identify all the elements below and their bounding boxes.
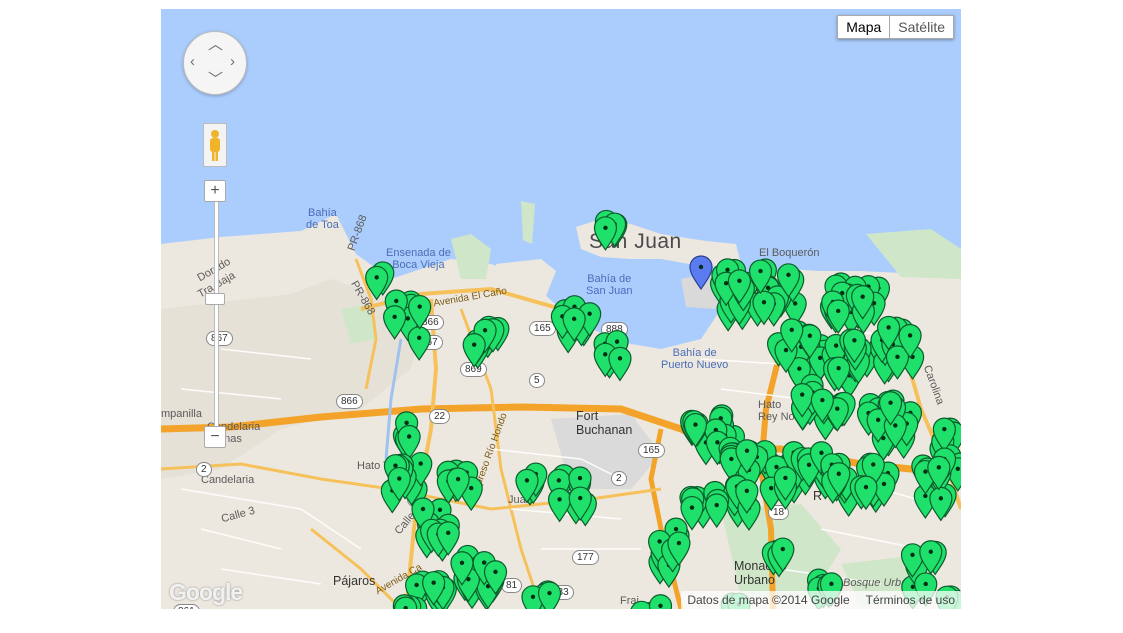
- map-type-control: Mapa Satélite: [837, 15, 954, 39]
- map-canvas[interactable]: San Juan Bahía de Toa Ensenada de Boca Vie…: [161, 9, 961, 609]
- pan-left-icon[interactable]: ‹: [190, 54, 195, 69]
- map-data-attribution: Datos de mapa ©2014 Google: [687, 593, 850, 607]
- map-marker-pin-icon[interactable]: [705, 493, 729, 529]
- pan-right-icon[interactable]: ›: [230, 54, 235, 69]
- map-type-satellite-button[interactable]: Satélite: [890, 15, 954, 39]
- terms-of-use-link[interactable]: Términos de uso: [866, 593, 955, 607]
- plus-icon: +: [210, 182, 220, 199]
- zoom-slider-track[interactable]: [214, 199, 219, 435]
- map-footer: Datos de mapa ©2014 Google Términos de u…: [681, 591, 961, 609]
- google-logo[interactable]: Google: [169, 579, 243, 606]
- pegman-icon[interactable]: [203, 123, 227, 167]
- zoom-out-button[interactable]: −: [204, 426, 226, 448]
- pan-down-icon[interactable]: ﹀: [208, 72, 223, 87]
- zoom-in-button[interactable]: +: [204, 180, 226, 202]
- map-marker-pin-icon[interactable]: [929, 486, 953, 522]
- map-marker-pin-icon[interactable]: [383, 305, 407, 340]
- map-marker-pin-icon[interactable]: [547, 487, 572, 523]
- map-marker-pin-selected-icon[interactable]: [689, 255, 713, 291]
- zoom-slider-handle[interactable]: [205, 293, 225, 305]
- map-marker-pin-icon[interactable]: [648, 594, 673, 609]
- minus-icon: −: [210, 428, 220, 445]
- map-marker-pin-icon[interactable]: [608, 346, 632, 382]
- pan-up-icon[interactable]: ︿: [208, 37, 223, 52]
- map-marker-pin-icon[interactable]: [407, 326, 431, 361]
- pan-control[interactable]: ︿ ﹀ ‹ ›: [183, 31, 247, 95]
- marker-layer[interactable]: [161, 9, 961, 609]
- map-type-map-button[interactable]: Mapa: [837, 15, 891, 39]
- map-marker-pin-icon[interactable]: [365, 265, 389, 301]
